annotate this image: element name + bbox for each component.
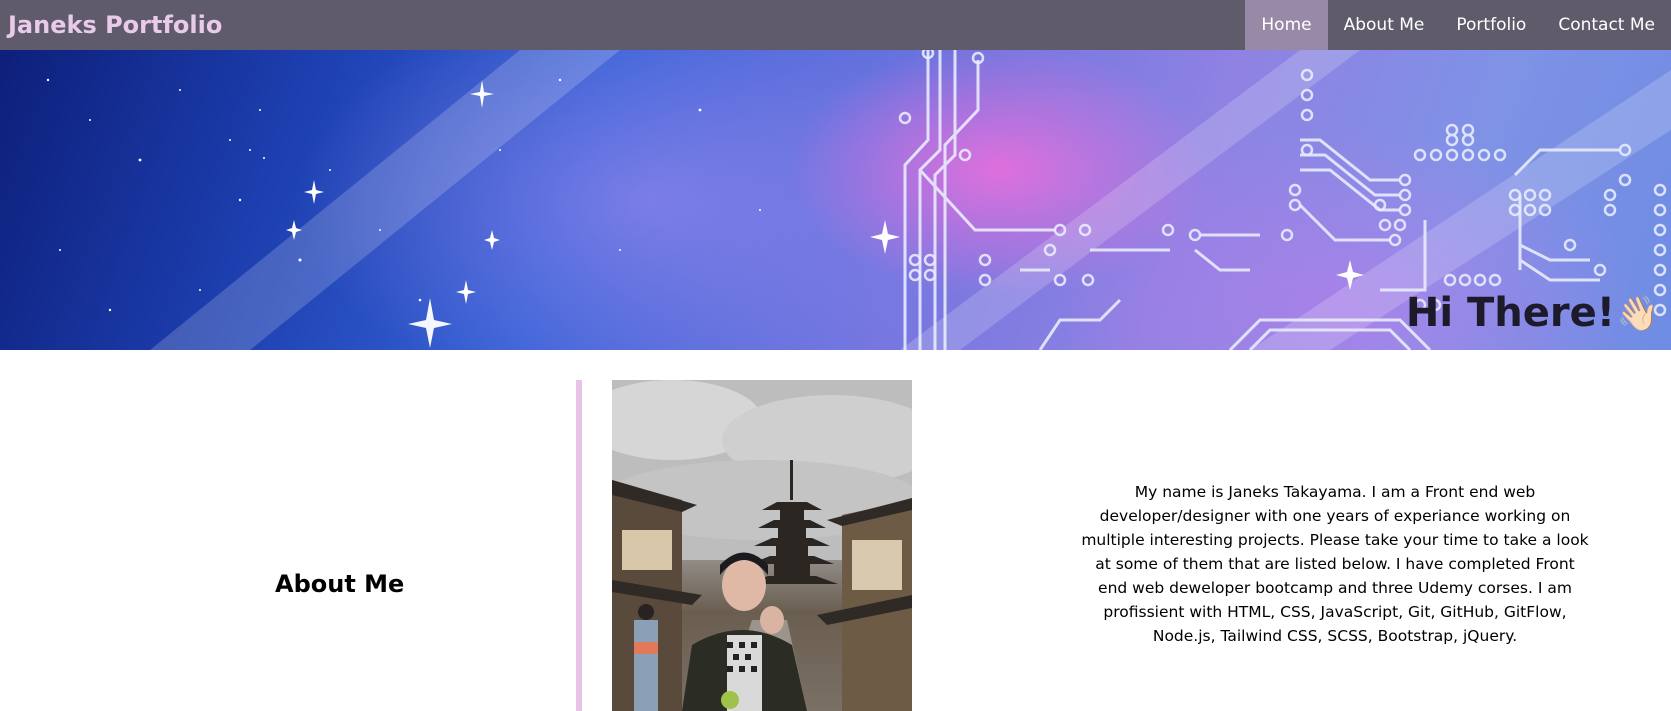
nav-link-about-me[interactable]: About Me [1328,0,1441,50]
about-description: My name is Janeks Takayama. I am a Front… [1081,483,1589,645]
profile-photo-image [612,380,912,711]
nav-link-contact-me[interactable]: Contact Me [1542,0,1671,50]
brand-logo-text[interactable]: Janeks Portfolio [0,11,222,39]
hero-banner: Hi There! 👋🏻 [0,50,1671,350]
about-heading: About Me [275,570,405,598]
profile-photo [612,380,912,711]
nav-links: Home About Me Portfolio Contact Me [1245,0,1671,50]
nav-link-portfolio[interactable]: Portfolio [1440,0,1542,50]
section-divider [576,380,582,711]
nav-link-home[interactable]: Home [1245,0,1328,50]
navbar: Janeks Portfolio Home About Me Portfolio… [0,0,1671,50]
waving-hand-icon: 👋🏻 [1616,294,1659,334]
hero-title: Hi There! [1405,290,1615,336]
